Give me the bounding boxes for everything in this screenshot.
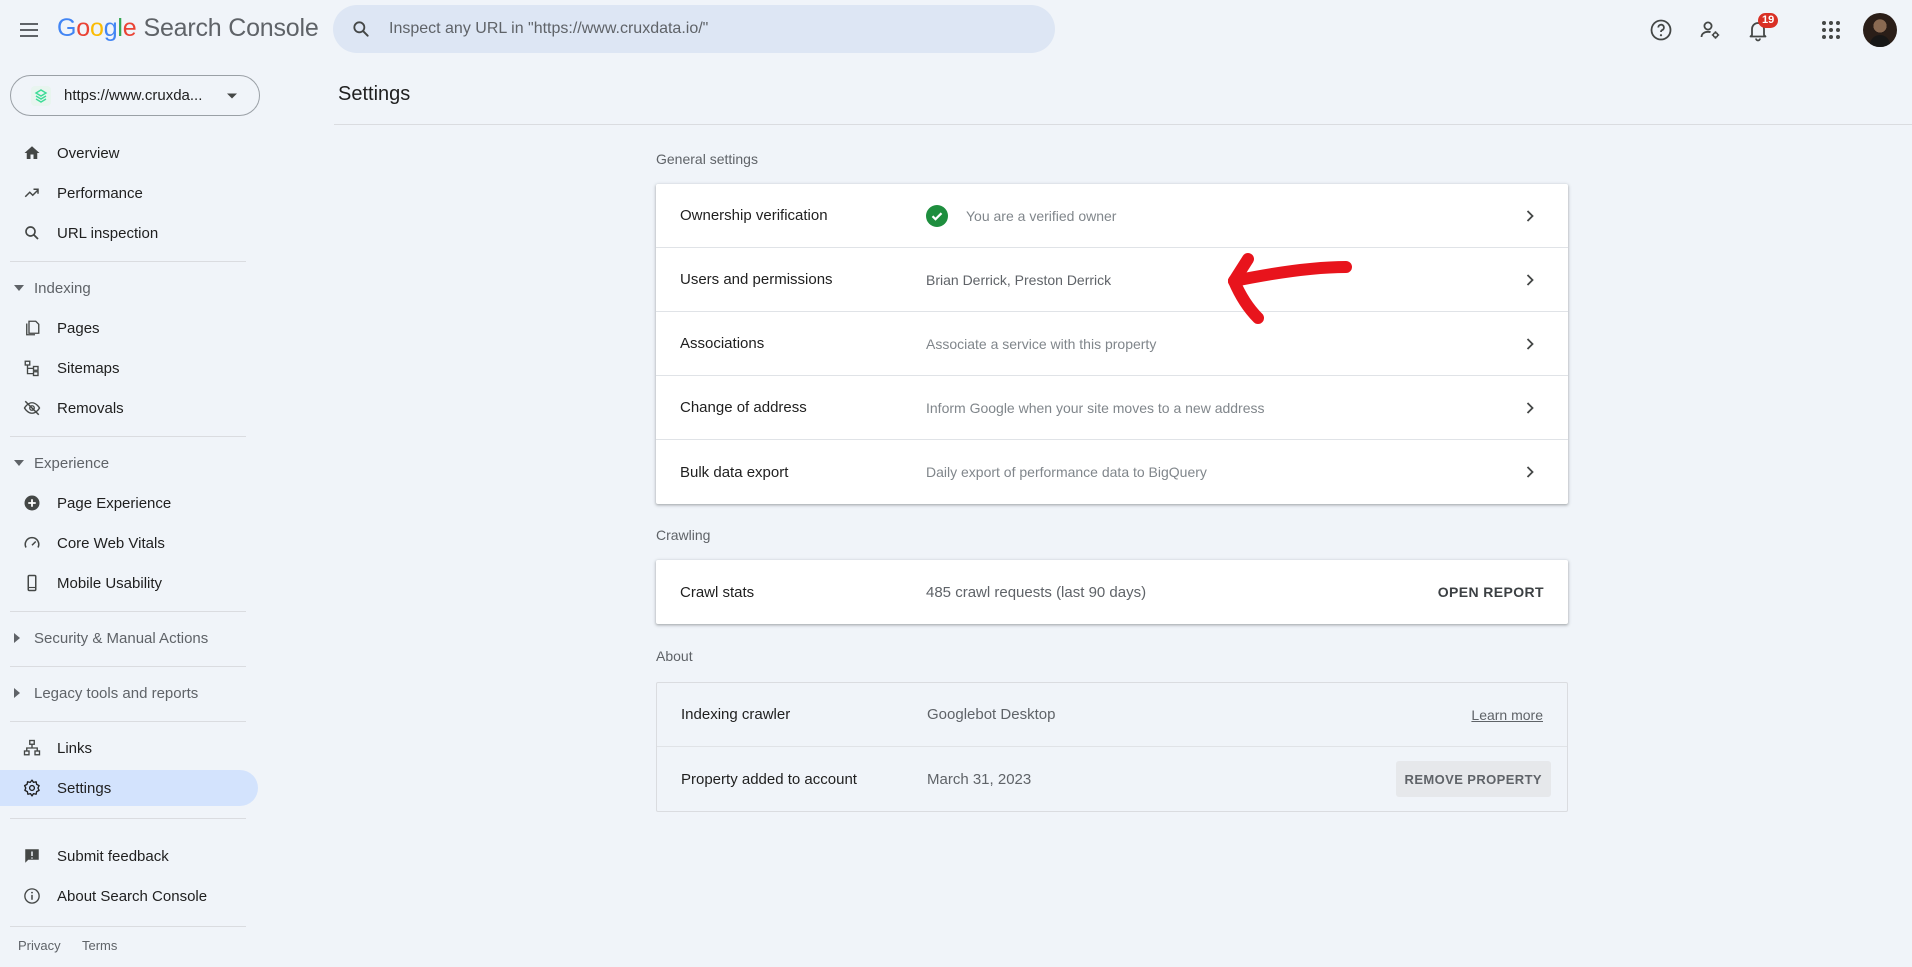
nav-url-inspection[interactable]: URL inspection	[0, 215, 258, 251]
property-added-row: Property added to account March 31, 2023…	[657, 747, 1567, 811]
plus-circle-icon	[24, 495, 40, 511]
hamburger-menu-icon	[20, 23, 38, 37]
sidebar-divider	[10, 436, 246, 437]
main-menu-button[interactable]	[14, 14, 46, 46]
general-settings-card: Ownership verification You are a verifie…	[656, 184, 1568, 504]
manage-accounts-icon	[1700, 21, 1720, 39]
crawling-label: Crawling	[656, 527, 711, 543]
nav-settings[interactable]: Settings	[0, 770, 258, 806]
learn-more-link[interactable]: Learn more	[1471, 707, 1543, 723]
title-divider	[334, 124, 1912, 125]
info-icon	[24, 888, 40, 904]
chevron-right-icon	[1526, 402, 1534, 414]
notification-count-badge: 19	[1758, 13, 1779, 28]
chevron-right-icon	[1526, 274, 1534, 286]
nav-submit-feedback[interactable]: Submit feedback	[0, 838, 258, 874]
speed-icon	[24, 536, 40, 548]
nav-about-search-console[interactable]: About Search Console	[0, 878, 258, 914]
nav-section-experience[interactable]: Experience	[0, 448, 250, 478]
remove-property-button[interactable]: REMOVE PROPERTY	[1395, 761, 1551, 797]
feedback-icon	[25, 849, 39, 863]
help-icon	[1650, 19, 1672, 41]
dropdown-caret-icon	[227, 93, 237, 98]
expand-less-icon	[14, 460, 24, 466]
search-console-logo[interactable]: Google Search Console	[57, 14, 319, 43]
expand-more-icon	[14, 688, 20, 698]
chevron-right-icon	[1526, 338, 1534, 350]
sidebar-divider	[10, 611, 246, 612]
change-of-address-row[interactable]: Change of address Inform Google when you…	[656, 376, 1568, 440]
pages-icon	[26, 320, 40, 336]
nav-removals[interactable]: Removals	[0, 390, 258, 426]
red-arrow-annotation	[1228, 253, 1352, 324]
property-favicon-icon	[31, 85, 51, 106]
associations-row[interactable]: Associations Associate a service with th…	[656, 312, 1568, 376]
property-selector[interactable]: https://www.cruxda...	[10, 75, 260, 116]
product-name: Search Console	[143, 14, 319, 42]
sidebar-divider	[10, 721, 246, 722]
account-settings-button[interactable]	[1692, 12, 1728, 48]
top-app-bar: GoogleSearch Console 19	[0, 0, 1912, 60]
user-avatar[interactable]	[1863, 13, 1897, 47]
nav-section-security[interactable]: Security & Manual Actions	[0, 623, 250, 653]
search-icon	[25, 226, 39, 240]
ownership-verification-row[interactable]: Ownership verification You are a verifie…	[656, 184, 1568, 248]
indexing-crawler-row: Indexing crawler Googlebot Desktop Learn…	[657, 683, 1567, 747]
page-title: Settings	[338, 83, 411, 105]
nav-page-experience[interactable]: Page Experience	[0, 485, 258, 521]
chevron-right-icon	[1526, 466, 1534, 478]
sidebar-divider	[10, 666, 246, 667]
sidebar-divider	[10, 261, 246, 262]
url-inspection-search-bar[interactable]	[333, 5, 1055, 53]
property-url: https://www.cruxda...	[64, 87, 203, 104]
privacy-link[interactable]: Privacy	[18, 938, 61, 953]
nav-sitemaps[interactable]: Sitemaps	[0, 350, 258, 386]
search-icon	[353, 21, 369, 37]
url-inspection-input[interactable]	[389, 20, 1029, 38]
nav-core-web-vitals[interactable]: Core Web Vitals	[0, 525, 258, 561]
open-report-button[interactable]: OPEN REPORT	[1438, 584, 1544, 600]
sitemap-icon	[24, 360, 39, 377]
apps-grid-icon	[1822, 21, 1840, 39]
google-apps-button[interactable]	[1813, 12, 1849, 48]
sidebar-divider	[10, 926, 246, 927]
crawling-card: Crawl stats 485 crawl requests (last 90 …	[656, 560, 1568, 624]
sidebar-divider	[10, 818, 246, 819]
home-icon	[24, 146, 40, 159]
eye-off-icon	[23, 400, 41, 416]
nav-section-indexing[interactable]: Indexing	[0, 273, 250, 303]
phone-icon	[27, 574, 37, 592]
users-and-permissions-row[interactable]: Users and permissions Brian Derrick, Pre…	[656, 248, 1568, 312]
trending-up-icon	[24, 188, 39, 198]
nav-links[interactable]: Links	[0, 730, 258, 766]
gear-icon	[23, 779, 40, 797]
general-settings-label: General settings	[656, 151, 758, 167]
terms-link[interactable]: Terms	[82, 938, 117, 953]
notifications-button[interactable]: 19	[1740, 12, 1779, 48]
nav-pages[interactable]: Pages	[0, 310, 258, 346]
help-button[interactable]	[1643, 12, 1679, 48]
nav-overview[interactable]: Overview	[0, 135, 258, 171]
nav-performance[interactable]: Performance	[0, 175, 258, 211]
verified-check-icon	[926, 205, 948, 227]
expand-less-icon	[14, 285, 24, 291]
about-label: About	[656, 648, 693, 664]
chevron-right-icon	[1526, 210, 1534, 222]
about-card: Indexing crawler Googlebot Desktop Learn…	[656, 682, 1568, 812]
nav-section-legacy-tools[interactable]: Legacy tools and reports	[0, 678, 250, 708]
crawl-stats-row: Crawl stats 485 crawl requests (last 90 …	[680, 583, 1544, 601]
expand-more-icon	[14, 633, 20, 643]
links-icon	[23, 739, 41, 756]
nav-mobile-usability[interactable]: Mobile Usability	[0, 565, 258, 601]
bulk-data-export-row[interactable]: Bulk data export Daily export of perform…	[656, 440, 1568, 504]
